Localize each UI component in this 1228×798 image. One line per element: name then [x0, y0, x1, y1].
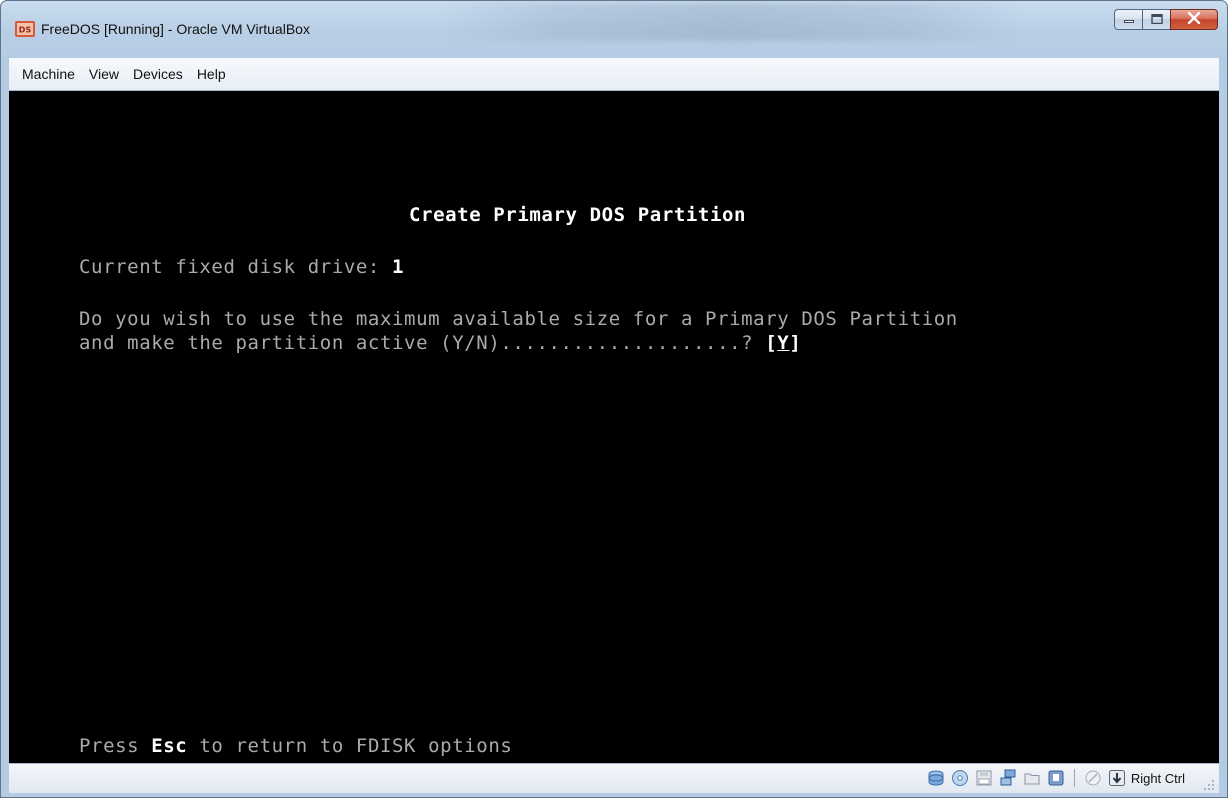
- virtualbox-window: DS FreeDOS [Running] - Oracle VM Virtual…: [0, 0, 1228, 798]
- current-drive-line: Current fixed disk drive: 1: [79, 255, 404, 279]
- close-icon: [1187, 11, 1201, 29]
- floppy-icon[interactable]: [974, 768, 994, 788]
- menu-bar: Machine View Devices Help: [9, 58, 1219, 91]
- close-button[interactable]: [1170, 9, 1218, 30]
- maximize-icon: [1150, 11, 1163, 29]
- dos-screen-title: Create Primary DOS Partition: [409, 204, 747, 226]
- question-line-2: and make the partition active (Y/N).....…: [79, 331, 801, 355]
- menu-view[interactable]: View: [82, 58, 126, 91]
- virtualbox-app-icon[interactable]: DS: [15, 21, 35, 37]
- footer-suffix: to return to FDISK options: [187, 735, 513, 757]
- menu-devices[interactable]: Devices: [126, 58, 190, 91]
- footer-hint: Press Esc to return to FDISK options: [79, 734, 512, 758]
- answer-bracket-open: [: [765, 332, 778, 354]
- question-line-2-text: and make the partition active (Y/N).....…: [79, 332, 766, 354]
- title-bar[interactable]: DS FreeDOS [Running] - Oracle VM Virtual…: [1, 1, 1227, 57]
- answer-input[interactable]: Y: [777, 332, 789, 354]
- caption-buttons: [1114, 9, 1218, 30]
- maximize-button[interactable]: [1142, 9, 1170, 30]
- status-separator: [1073, 769, 1075, 787]
- shared-folder-icon[interactable]: [1022, 768, 1042, 788]
- host-key-label: Right Ctrl: [1130, 770, 1185, 786]
- status-bar: Right Ctrl: [9, 763, 1219, 793]
- guest-display[interactable]: Create Primary DOS Partition Current fix…: [9, 91, 1219, 763]
- current-drive-value: 1: [392, 256, 405, 278]
- answer-bracket-close: ]: [789, 332, 802, 354]
- question-line-1: Do you wish to use the maximum available…: [79, 308, 958, 330]
- optical-drive-icon[interactable]: [950, 768, 970, 788]
- window-title: FreeDOS [Running] - Oracle VM VirtualBox: [41, 21, 310, 37]
- title-bar-glass: [441, 3, 1021, 41]
- svg-text:DS: DS: [19, 26, 32, 35]
- host-key-arrow-icon[interactable]: [1107, 768, 1127, 788]
- network-icon[interactable]: [998, 768, 1018, 788]
- minimize-button[interactable]: [1114, 9, 1142, 30]
- hard-disk-icon[interactable]: [926, 768, 946, 788]
- minimize-icon: [1123, 11, 1135, 29]
- footer-prefix: Press: [79, 735, 152, 757]
- menu-help[interactable]: Help: [190, 58, 233, 91]
- footer-esc-key: Esc: [151, 735, 188, 757]
- usb-icon[interactable]: [1046, 768, 1066, 788]
- resize-grip[interactable]: [1203, 778, 1215, 790]
- current-drive-label: Current fixed disk drive:: [79, 256, 393, 278]
- menu-machine[interactable]: Machine: [9, 58, 82, 91]
- status-indicators: Right Ctrl: [922, 767, 1185, 789]
- mouse-integration-icon[interactable]: [1083, 768, 1103, 788]
